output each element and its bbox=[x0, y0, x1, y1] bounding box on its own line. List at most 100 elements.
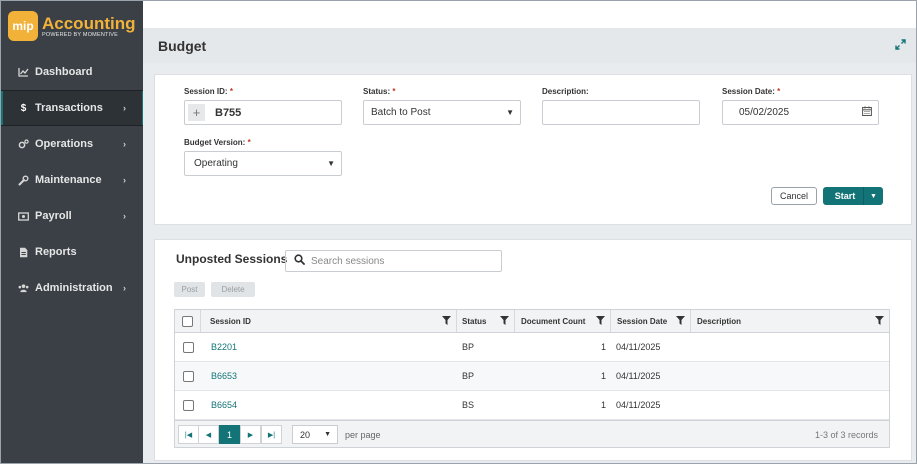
expand-icon[interactable] bbox=[895, 38, 906, 53]
budget-version-label: Budget Version: bbox=[184, 138, 246, 147]
session-id-input[interactable]: + B755 bbox=[184, 100, 342, 125]
document-count-cell: 1 bbox=[600, 342, 606, 352]
budget-version-select[interactable]: Operating ▼ bbox=[184, 151, 342, 176]
status-label: Status: bbox=[363, 87, 391, 96]
session-id-link[interactable]: B6654 bbox=[201, 391, 237, 419]
caret-down-icon[interactable]: ▼ bbox=[863, 187, 883, 205]
column-header-document-count[interactable]: Document Count bbox=[515, 310, 611, 332]
start-button[interactable]: Start ▼ bbox=[823, 187, 883, 205]
next-page-icon[interactable]: ▶ bbox=[240, 425, 261, 444]
required-mark: * bbox=[247, 138, 251, 147]
filter-icon[interactable] bbox=[500, 315, 509, 327]
list-title: Unposted Sessions bbox=[176, 252, 288, 266]
row-checkbox[interactable] bbox=[182, 370, 194, 382]
session-id-link[interactable]: B2201 bbox=[201, 333, 237, 361]
session-date-cell: 04/11/2025 bbox=[616, 371, 661, 381]
session-id-value: B755 bbox=[215, 106, 242, 119]
main-content: Budget Session ID: * + B755 Status: * Ba… bbox=[143, 1, 916, 463]
delete-button[interactable]: Delete bbox=[211, 282, 255, 297]
search-icon bbox=[294, 254, 305, 268]
select-all-checkbox[interactable] bbox=[182, 315, 193, 327]
page-number-button[interactable]: 1 bbox=[219, 425, 240, 444]
filter-icon[interactable] bbox=[875, 315, 884, 327]
sidebar-item-dashboard[interactable]: Dashboard bbox=[1, 54, 143, 90]
sidebar-item-label: Operations bbox=[35, 138, 94, 150]
description-input[interactable] bbox=[542, 100, 700, 125]
caret-down-icon: ▼ bbox=[506, 108, 514, 117]
sidebar-item-administration[interactable]: Administration › bbox=[1, 270, 143, 306]
sidebar-item-reports[interactable]: Reports bbox=[1, 234, 143, 270]
plus-icon[interactable]: + bbox=[188, 104, 205, 121]
select-all-cell bbox=[175, 310, 201, 332]
top-bar bbox=[143, 1, 916, 28]
sidebar-item-operations[interactable]: Operations › bbox=[1, 126, 143, 162]
title-bar: Budget bbox=[143, 28, 916, 63]
filter-icon[interactable] bbox=[596, 315, 605, 327]
cancel-button[interactable]: Cancel bbox=[771, 187, 817, 205]
first-page-icon[interactable]: |◀ bbox=[178, 425, 199, 444]
column-header-session-date[interactable]: Session Date bbox=[611, 310, 691, 332]
status-select[interactable]: Batch to Post ▼ bbox=[363, 100, 521, 125]
session-id-link[interactable]: B6653 bbox=[201, 362, 237, 390]
last-page-icon[interactable]: ▶| bbox=[261, 425, 282, 444]
row-select-cell bbox=[175, 362, 201, 390]
row-select-cell bbox=[175, 391, 201, 419]
search-input[interactable] bbox=[311, 255, 491, 267]
table-row[interactable]: B6654 BS 1 04/11/2025 bbox=[175, 391, 889, 420]
row-checkbox[interactable] bbox=[182, 399, 194, 411]
description-label: Description: bbox=[542, 87, 589, 96]
sidebar-nav: Dashboard $ Transactions › Operations › … bbox=[1, 54, 143, 306]
sidebar-item-label: Payroll bbox=[35, 210, 72, 222]
document-count-cell: 1 bbox=[600, 371, 606, 381]
brand[interactable]: mip Accounting POWERED BY MOMENTIVE bbox=[1, 1, 143, 51]
filter-icon[interactable] bbox=[676, 315, 685, 327]
table-row[interactable]: B6653 BP 1 04/11/2025 bbox=[175, 362, 889, 391]
prev-page-icon[interactable]: ◀ bbox=[198, 425, 219, 444]
chevron-right-icon: › bbox=[123, 103, 126, 113]
budget-version-field: Budget Version: * Operating ▼ bbox=[184, 138, 342, 176]
brand-title: Accounting bbox=[42, 13, 136, 33]
sidebar-item-transactions[interactable]: $ Transactions › bbox=[1, 90, 143, 126]
description-cell bbox=[691, 333, 697, 361]
money-icon bbox=[18, 211, 29, 222]
column-label: Session Date bbox=[617, 316, 668, 326]
session-date-field: Session Date: * 05/02/2025 bbox=[722, 87, 879, 125]
sidebar-item-label: Administration bbox=[35, 282, 113, 294]
page-size-select[interactable]: 20 ▼ bbox=[292, 425, 338, 444]
session-date-input[interactable]: 05/02/2025 bbox=[722, 100, 879, 125]
table-row[interactable]: B2201 BP 1 04/11/2025 bbox=[175, 333, 889, 362]
document-count-cell: 1 bbox=[600, 400, 606, 410]
session-id-field: Session ID: * + B755 bbox=[184, 87, 342, 125]
column-header-description[interactable]: Description bbox=[691, 310, 889, 332]
file-icon bbox=[18, 247, 29, 258]
chevron-right-icon: › bbox=[123, 175, 126, 185]
post-button[interactable]: Post bbox=[174, 282, 205, 297]
chevron-right-icon: › bbox=[123, 139, 126, 149]
session-id-label: Session ID: bbox=[184, 87, 228, 96]
column-header-status[interactable]: Status bbox=[457, 310, 515, 332]
description-field: Description: bbox=[542, 87, 700, 125]
required-mark: * bbox=[229, 87, 233, 96]
column-header-session-id[interactable]: Session ID bbox=[201, 310, 457, 332]
mip-logo-icon: mip bbox=[8, 11, 38, 41]
sidebar-item-label: Dashboard bbox=[35, 66, 93, 78]
row-checkbox[interactable] bbox=[182, 341, 194, 353]
status-cell: BP bbox=[462, 342, 475, 352]
sidebar-item-payroll[interactable]: Payroll › bbox=[1, 198, 143, 234]
filter-icon[interactable] bbox=[442, 315, 451, 327]
pager: |◀ ◀ 1 ▶ ▶| 20 ▼ per page 1-3 of 3 recor… bbox=[175, 420, 889, 447]
status-cell: BS bbox=[462, 400, 475, 410]
calendar-icon[interactable] bbox=[862, 106, 872, 119]
chevron-right-icon: › bbox=[123, 283, 126, 293]
column-label: Description bbox=[697, 316, 742, 326]
search-box[interactable] bbox=[285, 250, 502, 272]
start-button-label: Start bbox=[834, 191, 856, 201]
sidebar-item-label: Transactions bbox=[35, 102, 103, 114]
gears-icon bbox=[18, 138, 29, 150]
grid-header: Session ID Status Document Count Session… bbox=[175, 310, 889, 333]
sidebar-item-maintenance[interactable]: Maintenance › bbox=[1, 162, 143, 198]
status-value: Batch to Post bbox=[371, 107, 431, 118]
records-count: 1-3 of 3 records bbox=[814, 430, 878, 440]
description-cell bbox=[691, 362, 697, 390]
description-cell bbox=[691, 391, 697, 419]
